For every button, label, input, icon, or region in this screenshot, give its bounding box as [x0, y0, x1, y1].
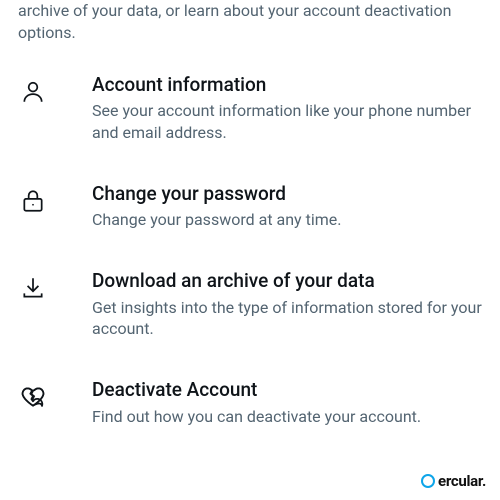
settings-item-text: Account information See your account inf… — [92, 73, 482, 144]
settings-item-text: Deactivate Account Find out how you can … — [92, 378, 482, 427]
watermark: ercular. — [421, 472, 486, 490]
settings-item-account-info[interactable]: Account information See your account inf… — [0, 53, 500, 162]
settings-item-title: Download an archive of your data — [92, 269, 482, 294]
settings-item-desc: Change your password at any time. — [92, 209, 482, 231]
settings-item-download-data[interactable]: Download an archive of your data Get ins… — [0, 249, 500, 358]
settings-item-deactivate[interactable]: Deactivate Account Find out how you can … — [0, 358, 500, 445]
settings-item-title: Deactivate Account — [92, 378, 482, 403]
settings-item-change-password[interactable]: Change your password Change your passwor… — [0, 162, 500, 249]
person-icon — [18, 73, 92, 105]
watermark-text: ercular. — [438, 472, 486, 490]
lock-icon — [18, 182, 92, 214]
settings-item-desc: Find out how you can deactivate your acc… — [92, 406, 482, 428]
settings-item-text: Change your password Change your passwor… — [92, 182, 482, 231]
settings-item-text: Download an archive of your data Get ins… — [92, 269, 482, 340]
settings-item-desc: See your account information like your p… — [92, 100, 482, 143]
settings-item-title: Account information — [92, 73, 482, 98]
download-icon — [18, 269, 92, 301]
settings-item-desc: Get insights into the type of informatio… — [92, 297, 482, 340]
settings-item-title: Change your password — [92, 182, 482, 207]
section-description: archive of your data, or learn about you… — [0, 0, 500, 53]
watermark-circle-icon — [421, 474, 435, 488]
settings-list: Account information See your account inf… — [0, 53, 500, 445]
broken-heart-icon — [18, 378, 92, 410]
